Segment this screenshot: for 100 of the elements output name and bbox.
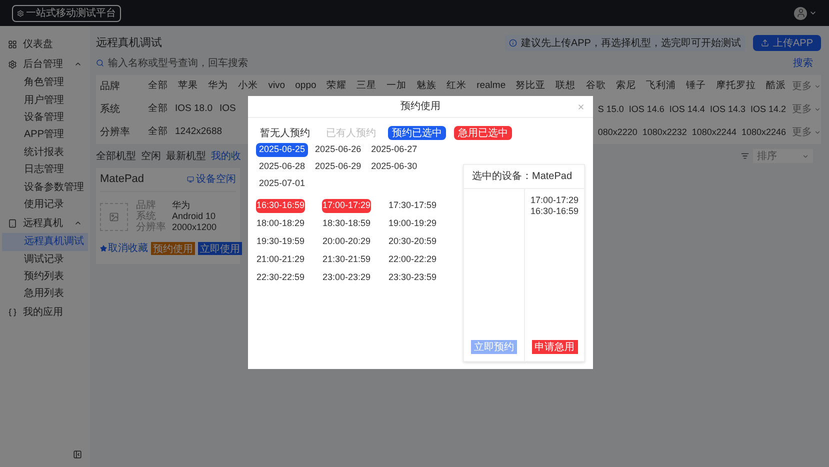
device-tab[interactable]: 空闲 xyxy=(141,148,161,164)
filter-option[interactable]: 谷歌 xyxy=(586,79,606,94)
filter-option[interactable]: IOS xyxy=(220,102,236,117)
sidebar-subitem[interactable]: 统计报表 xyxy=(2,144,88,161)
filter-option[interactable]: 全部 xyxy=(148,125,168,140)
collapse-icon[interactable] xyxy=(74,60,82,68)
upload-app-button[interactable]: 上传APP xyxy=(752,35,821,51)
time-slot[interactable]: 22:30-22:59 xyxy=(256,271,305,285)
sidebar-subitem[interactable]: 预约列表 xyxy=(2,268,88,286)
selected-slot: 16:30-16:59 xyxy=(530,206,579,217)
sidebar-item[interactable]: 我的应用 xyxy=(0,302,90,323)
star-icon xyxy=(100,245,107,252)
search-field[interactable]: 输入名称或型号查询，回车搜索 xyxy=(96,56,296,70)
filter-option[interactable]: IOS 14.4 xyxy=(669,102,705,116)
unfavorite-link[interactable]: 取消收藏 xyxy=(100,241,148,256)
info-icon xyxy=(508,39,517,47)
sort-select[interactable]: 排序 xyxy=(753,149,813,163)
time-slot[interactable]: 20:00-20:29 xyxy=(322,235,371,249)
filter-option[interactable]: IOS 18.0 xyxy=(175,102,212,117)
sidebar-item[interactable]: 仪表盘 xyxy=(0,34,90,54)
date-option[interactable]: 2025-06-26 xyxy=(312,143,364,157)
time-slot[interactable]: 18:30-18:59 xyxy=(322,217,371,231)
filter-option[interactable]: 小米 xyxy=(238,79,258,94)
time-slot[interactable]: 22:00-22:29 xyxy=(388,253,437,267)
filter-option[interactable]: 1080x2244 xyxy=(692,126,736,140)
device-tab[interactable]: 最新机型 xyxy=(166,148,206,164)
filter-option[interactable]: 红米 xyxy=(446,79,467,94)
more-toggle[interactable]: 更多 xyxy=(792,125,821,140)
sidebar-subitem[interactable]: 设备管理 xyxy=(2,108,88,126)
filter-option[interactable]: S 15.0 xyxy=(598,102,624,116)
use-now-button[interactable]: 立即使用 xyxy=(198,242,242,255)
filter-option[interactable]: 1080x2232 xyxy=(642,126,687,140)
platform-logo[interactable]: 一站式移动测试平台 xyxy=(12,4,121,22)
filter-option[interactable]: 联想 xyxy=(556,79,576,94)
device-tab[interactable]: 我的收 xyxy=(211,148,241,164)
avatar-icon[interactable] xyxy=(794,6,807,20)
date-option[interactable]: 2025-06-29 xyxy=(312,160,364,174)
filter-option[interactable]: 锤子 xyxy=(686,79,706,94)
time-slot[interactable]: 19:30-19:59 xyxy=(256,235,305,249)
collapse-sidebar-icon[interactable] xyxy=(73,450,82,459)
tablet-icon xyxy=(8,218,17,228)
sidebar-subitem[interactable]: 使用记录 xyxy=(2,196,88,214)
upload-icon xyxy=(760,39,769,47)
filter-option[interactable]: realme xyxy=(476,79,506,94)
time-slot[interactable]: 23:00-23:29 xyxy=(322,271,371,285)
date-option[interactable]: 2025-06-30 xyxy=(368,160,420,174)
filter-option[interactable]: IOS 14.2 xyxy=(750,102,786,116)
more-toggle[interactable]: 更多 xyxy=(792,79,821,94)
time-slot[interactable]: 19:00-19:29 xyxy=(388,217,437,231)
filter-option[interactable]: IOS 14.6 xyxy=(628,102,664,116)
date-option[interactable]: 2025-06-28 xyxy=(256,160,308,174)
time-slot[interactable]: 17:30-17:59 xyxy=(388,199,437,213)
date-option[interactable]: 2025-06-27 xyxy=(368,143,420,157)
filter-option[interactable]: 全部 xyxy=(148,79,168,94)
sidebar-subitem[interactable]: 远程真机调试 xyxy=(2,233,88,251)
filter-option[interactable]: 080x2220 xyxy=(598,126,638,140)
filter-option[interactable]: 苹果 xyxy=(178,79,198,94)
filter-option[interactable]: 1080x2246 xyxy=(741,126,786,140)
filter-option[interactable]: 努比亚 xyxy=(516,79,546,94)
sidebar-subitem[interactable]: 调试记录 xyxy=(2,250,88,268)
time-slot[interactable]: 23:30-23:59 xyxy=(388,271,437,285)
time-slot[interactable]: 16:30-16:59 xyxy=(256,199,305,213)
sidebar-subitem[interactable]: 急用列表 xyxy=(2,285,88,303)
sidebar-subitem[interactable]: 角色管理 xyxy=(2,74,88,92)
spec-value: Android 10 xyxy=(172,211,216,222)
sidebar-item[interactable]: 后台管理 xyxy=(0,54,90,74)
sidebar-subitem[interactable]: APP管理 xyxy=(2,126,88,144)
filter-option[interactable]: vivo xyxy=(268,79,286,94)
more-toggle[interactable]: 更多 xyxy=(792,102,821,117)
time-slot[interactable]: 21:30-21:59 xyxy=(322,253,371,267)
filter-option[interactable]: 全部 xyxy=(148,102,168,117)
caret-icon[interactable] xyxy=(809,9,817,17)
reserve-button[interactable]: 预约使用 xyxy=(151,242,195,255)
sidebar-subitem[interactable]: 用户管理 xyxy=(2,91,88,109)
sort-icon[interactable] xyxy=(741,152,749,160)
filter-option[interactable]: 三星 xyxy=(356,79,376,94)
filter-option[interactable]: 魅族 xyxy=(416,79,436,94)
sidebar-subitem[interactable]: 日志管理 xyxy=(2,160,88,178)
date-option[interactable]: 2025-07-01 xyxy=(256,177,308,191)
filter-option[interactable]: 飞利浦 xyxy=(646,79,676,94)
search-link[interactable]: 搜索 xyxy=(793,56,821,70)
time-slot[interactable]: 20:30-20:59 xyxy=(388,235,437,249)
filter-option[interactable]: IOS 14.3 xyxy=(710,102,746,116)
filter-option[interactable]: 1242x2688 xyxy=(175,125,222,140)
filter-option[interactable]: 摩托罗拉 xyxy=(716,79,756,94)
filter-option[interactable]: oppo xyxy=(295,79,316,94)
device-tab[interactable]: 全部机型 xyxy=(96,148,136,164)
braces-icon xyxy=(8,308,17,318)
time-slot[interactable]: 17:00-17:29 xyxy=(322,199,371,213)
filter-option[interactable]: 索尼 xyxy=(616,79,636,94)
filter-option[interactable]: 华为 xyxy=(208,79,228,94)
time-slot[interactable]: 18:00-18:29 xyxy=(256,217,305,231)
apply-urgent-button[interactable]: 申请急用 xyxy=(532,340,578,354)
filter-option[interactable]: 荣耀 xyxy=(326,79,346,94)
date-option[interactable]: 2025-06-25 xyxy=(256,143,308,157)
filter-option[interactable]: 酷派 xyxy=(766,79,786,94)
monitor-icon xyxy=(187,176,194,183)
sidebar-subitem[interactable]: 设备参数管理 xyxy=(2,178,88,196)
time-slot[interactable]: 21:00-21:29 xyxy=(256,253,305,267)
filter-option[interactable]: 一加 xyxy=(386,79,406,94)
